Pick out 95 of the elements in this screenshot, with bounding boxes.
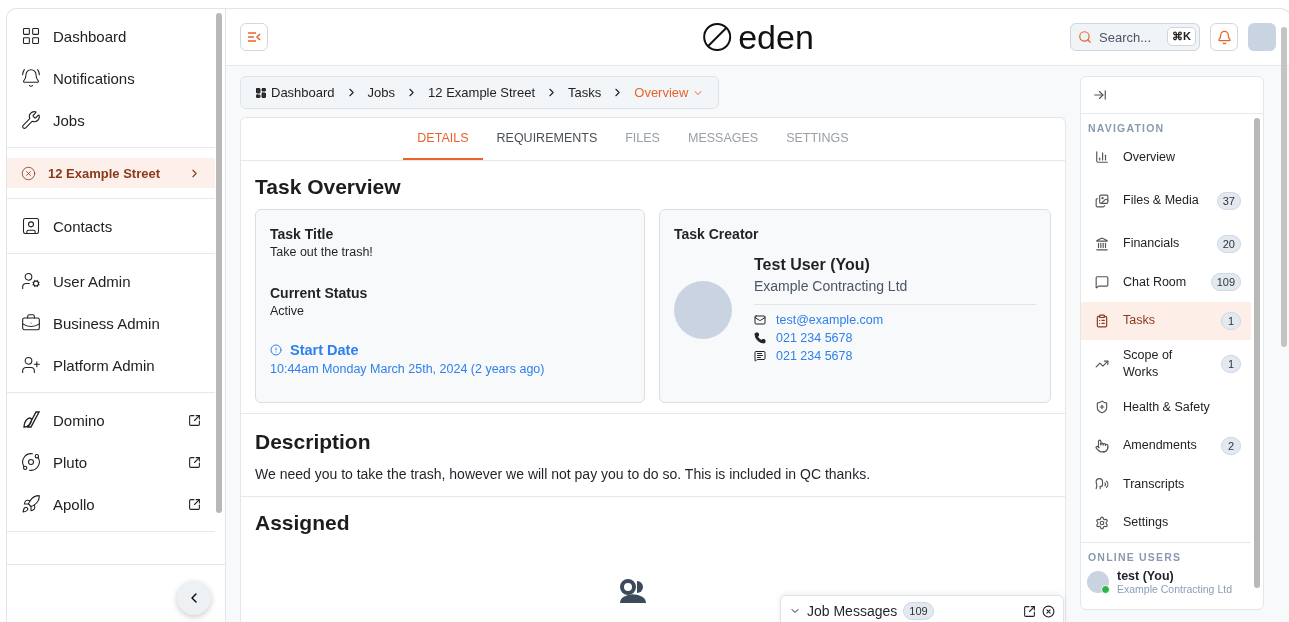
tab[interactable]: REQUIREMENTS (482, 118, 612, 160)
nav-item[interactable]: Amendments 2 (1081, 426, 1251, 465)
email-link[interactable]: test@example.com (754, 313, 1036, 327)
field-label: Current Status (270, 285, 369, 301)
orbit-icon (21, 452, 41, 472)
section-heading: ONLINE USERS (1087, 550, 1183, 565)
chat-title: Job Messages (807, 603, 898, 619)
collapse-button[interactable] (177, 581, 211, 615)
sidebar-item[interactable]: Business Admin (7, 302, 215, 344)
speech-icon (1095, 477, 1109, 492)
user-gear-icon (21, 271, 41, 291)
logo-icon (702, 22, 733, 52)
section-heading: Description (255, 430, 372, 454)
company-name: Example Contracting Ltd (754, 278, 1036, 305)
nav-item[interactable]: Scope of Works 1 (1081, 340, 1251, 388)
shield-icon (1095, 400, 1109, 415)
sidebar-item[interactable]: Jobs (7, 99, 215, 141)
nav-item[interactable]: Chat Room 109 (1081, 263, 1251, 302)
card-heading: Task Creator (674, 226, 760, 242)
nav-item[interactable]: Transcripts (1081, 465, 1251, 504)
menu-button[interactable] (240, 23, 268, 51)
rocket-icon (21, 494, 41, 514)
sidebar-item[interactable]: User Admin (7, 260, 215, 302)
nav-item[interactable]: Files & Media 37 (1081, 176, 1251, 225)
sidebar-item[interactable]: Dashboard (7, 15, 215, 57)
notifications-button[interactable] (1210, 23, 1238, 51)
bank-icon (1095, 236, 1109, 251)
sidebar-item[interactable]: 12 Example Street (7, 158, 215, 188)
section-heading: NAVIGATION (1087, 121, 1166, 136)
description-text: We need you to take the trash, however we will not pay you to do so. This is included in QC thanks. (255, 466, 872, 482)
tools-icon (21, 110, 41, 130)
breadcrumb-link[interactable]: Dashboard (255, 85, 335, 100)
pointer-icon (1095, 438, 1109, 453)
count-badge: 109 (903, 602, 934, 620)
breadcrumb-link[interactable]: Jobs (367, 85, 396, 100)
nav-item[interactable]: Overview (1081, 138, 1251, 177)
images-icon (1095, 193, 1109, 208)
count-badge: 1 (1221, 311, 1241, 330)
mail-icon (754, 314, 766, 326)
phone-link[interactable]: 021 234 5678 (754, 331, 1036, 345)
shortcut-hint: ⌘K (1167, 27, 1196, 46)
user-plus-icon (21, 355, 41, 375)
people-icon (618, 579, 648, 603)
logo-text: eden (738, 17, 814, 57)
field-label: Task Title (270, 226, 335, 242)
external-link-icon (188, 497, 201, 511)
sidebar-item[interactable]: Apollo (7, 483, 215, 525)
nav-item[interactable]: Settings (1081, 503, 1251, 542)
close-circle-icon (21, 165, 36, 181)
count-badge: 1 (1221, 355, 1241, 373)
breadcrumb-link[interactable]: Tasks (568, 85, 602, 100)
bell-icon (1216, 29, 1232, 45)
sidebar-item[interactable]: Domino (7, 399, 215, 441)
external-link-icon (188, 413, 201, 427)
phone-icon (754, 332, 766, 344)
bar-chart-icon (1095, 150, 1109, 165)
clipboard-icon (1095, 313, 1109, 328)
bell-icon (21, 68, 41, 88)
nav-item[interactable]: Health & Safety (1081, 388, 1251, 427)
count-badge: 20 (1216, 234, 1241, 253)
sidebar-item[interactable]: Pluto (7, 441, 215, 483)
expand-icon[interactable] (1093, 88, 1107, 102)
external-link-icon[interactable] (1023, 604, 1036, 618)
info-icon (270, 344, 282, 356)
count-badge: 37 (1216, 191, 1241, 210)
breadcrumb-link[interactable]: 12 Example Street (428, 85, 536, 100)
field-value: Active (270, 304, 306, 318)
briefcase-icon (21, 313, 41, 333)
dashboard-icon (21, 26, 41, 46)
message-icon (754, 350, 766, 362)
company-name: Example Contracting Ltd (1117, 583, 1232, 595)
sidebar-item[interactable]: Notifications (7, 57, 215, 99)
field-value: 10:44am Monday March 25th, 2024 (2 years ago) (270, 362, 546, 376)
person-name: Test User (You) (754, 256, 871, 274)
nav-item[interactable]: Financials 20 (1081, 224, 1251, 263)
close-icon[interactable] (1042, 604, 1055, 618)
field-value: Take out the trash! (270, 245, 374, 259)
leaf-logo-icon (21, 410, 41, 430)
section-heading: Task Overview (255, 175, 402, 199)
search-icon (1078, 30, 1092, 44)
field-label: Start Date (290, 342, 359, 358)
count-badge: 2 (1221, 436, 1241, 455)
count-badge: 109 (1210, 273, 1241, 292)
chat-icon (1095, 275, 1109, 290)
external-link-icon (188, 455, 201, 469)
message-link[interactable]: 021 234 5678 (754, 349, 1036, 363)
sidebar-item[interactable]: Platform Admin (7, 344, 215, 386)
sidebar-item[interactable]: Contacts (7, 205, 215, 247)
menu-collapse-icon (247, 30, 261, 44)
user-name: test (You) (1117, 569, 1175, 583)
section-heading: Assigned (255, 511, 351, 535)
nav-item[interactable]: Tasks 1 (1081, 301, 1251, 340)
settings-icon (1095, 515, 1109, 530)
contact-card-icon (21, 216, 41, 236)
dashboard-icon (255, 86, 267, 99)
